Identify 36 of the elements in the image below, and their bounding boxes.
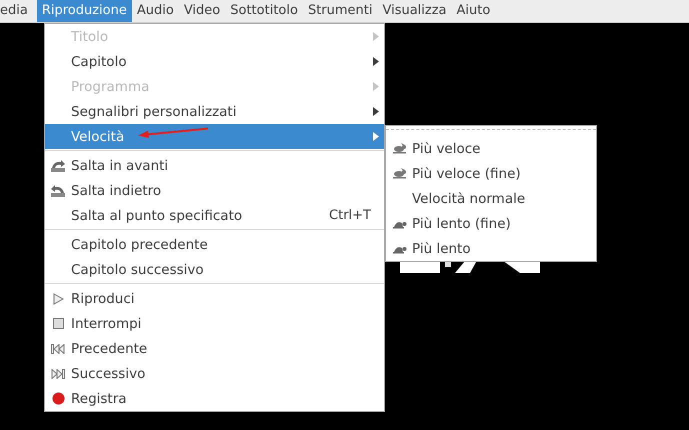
menu-item[interactable]: Registra (45, 386, 384, 411)
menu-bar-item[interactable]: Sottotitolo (225, 0, 303, 22)
menu-item[interactable]: Più lento (386, 236, 596, 261)
menu-item[interactable]: Salta in avanti (45, 153, 384, 178)
menu-item[interactable]: Velocità (45, 124, 384, 149)
menu-item[interactable]: Più veloce (386, 136, 596, 161)
menu-bar-item[interactable]: Aiuto (452, 0, 496, 22)
menu-item[interactable]: Interrompi (45, 311, 384, 336)
jump-forward-icon (50, 158, 66, 172)
jump-back-icon (50, 184, 66, 198)
menu-bar-item[interactable]: Video (178, 0, 226, 22)
menu-item[interactable]: Più veloce (fine) (386, 161, 596, 186)
menu-item[interactable]: Segnalibri personalizzati (45, 99, 384, 124)
menu-item[interactable]: Capitolo (45, 49, 384, 74)
menu-item[interactable]: Riproduci (45, 286, 384, 311)
menu-item[interactable]: Capitolo successivo (45, 257, 384, 282)
menu-bar-item[interactable]: Riproduzione (36, 0, 132, 22)
record-icon (52, 392, 64, 405)
menu-item[interactable]: Precedente (45, 336, 384, 361)
next-icon (51, 368, 65, 378)
menu-bar-item[interactable]: Audio (132, 0, 179, 22)
menu-item[interactable]: Salta indietro (45, 178, 384, 203)
stop-icon (52, 318, 64, 329)
rabbit-icon (392, 168, 406, 179)
menu-item[interactable]: Salta al punto specificato Ctrl+T (45, 203, 384, 228)
menu-item[interactable]: Più lento (fine) (386, 211, 596, 236)
play-icon (52, 292, 64, 304)
menu-item[interactable]: Capitolo precedente (45, 232, 384, 257)
annotation-arrow (138, 127, 210, 139)
menu-item[interactable]: Successivo (45, 361, 384, 386)
previous-icon (51, 344, 65, 354)
menu-item[interactable]: Velocità normale (386, 186, 596, 211)
menu-bar-item[interactable]: Strumenti (302, 0, 378, 22)
menu-bar-item[interactable]: Visualizza (377, 0, 452, 22)
menu-bar-item[interactable]: edia (0, 0, 33, 22)
rabbit-icon (392, 143, 406, 154)
